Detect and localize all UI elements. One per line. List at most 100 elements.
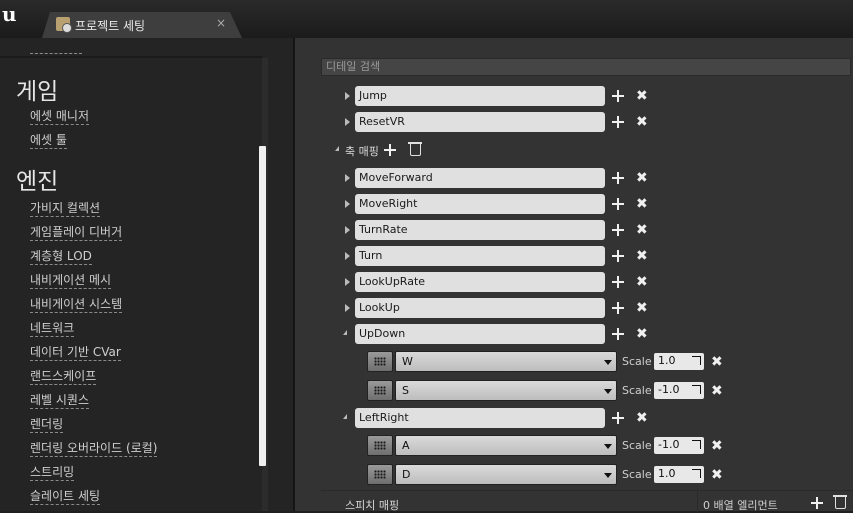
axis-name-field[interactable]: Turn bbox=[355, 246, 605, 266]
sidebar-item-rendering[interactable]: 렌더링 bbox=[30, 417, 64, 433]
spin-arrow-icon[interactable] bbox=[692, 440, 701, 449]
add-icon[interactable] bbox=[612, 276, 624, 288]
tab-project-settings[interactable]: 프로젝트 세팅 × bbox=[42, 12, 242, 38]
remove-icon[interactable]: ✖ bbox=[711, 355, 723, 369]
expand-arrow-icon[interactable] bbox=[345, 200, 350, 208]
sidebar-item-slate-settings[interactable]: 슬레이트 세팅 bbox=[30, 489, 101, 505]
chevron-down-icon bbox=[604, 360, 612, 365]
collapse-arrow-icon[interactable] bbox=[343, 330, 347, 335]
axis-name-field[interactable]: MoveForward bbox=[355, 168, 605, 188]
details-panel: 디테일 검색 Jump ✖ ResetVR ✖ 축 매핑 MoveForward… bbox=[295, 38, 853, 512]
settings-tab-icon bbox=[56, 17, 72, 33]
axis-name-field[interactable]: LeftRight bbox=[355, 408, 605, 428]
sidebar-item-navigation-mesh[interactable]: 내비게이션 메시 bbox=[30, 273, 112, 289]
sidebar-item-level-sequence[interactable]: 레벨 시퀀스 bbox=[30, 393, 90, 409]
scale-label: Scale bbox=[622, 439, 652, 452]
expand-arrow-icon[interactable] bbox=[345, 278, 350, 286]
remove-icon[interactable]: ✖ bbox=[636, 249, 648, 263]
add-icon[interactable] bbox=[612, 198, 624, 210]
add-icon[interactable] bbox=[811, 497, 823, 509]
axis-name-field[interactable]: UpDown bbox=[355, 324, 605, 344]
collapse-arrow-icon[interactable] bbox=[335, 146, 339, 151]
chevron-down-icon bbox=[604, 473, 612, 478]
expand-arrow-icon[interactable] bbox=[345, 92, 350, 100]
axis-name-field[interactable]: TurnRate bbox=[355, 220, 605, 240]
details-search-input[interactable]: 디테일 검색 bbox=[321, 58, 851, 76]
scale-value: 1.0 bbox=[658, 354, 676, 367]
sidebar-scrollbar-thumb[interactable] bbox=[259, 146, 266, 466]
scale-value: -1.0 bbox=[658, 383, 680, 396]
collapse-arrow-icon[interactable] bbox=[343, 414, 347, 419]
remove-icon[interactable]: ✖ bbox=[636, 411, 648, 425]
scale-input[interactable]: 1.0 bbox=[654, 353, 704, 370]
expand-arrow-icon[interactable] bbox=[345, 226, 350, 234]
action-name-field[interactable]: Jump bbox=[355, 86, 605, 106]
sidebar-item-asset-tools[interactable]: 에셋 툴 bbox=[30, 133, 67, 149]
add-icon[interactable] bbox=[612, 116, 624, 128]
spin-arrow-icon[interactable] bbox=[692, 385, 701, 394]
scale-input[interactable]: -1.0 bbox=[654, 437, 704, 454]
sidebar-item-hierarchical-lod[interactable]: 계층형 LOD bbox=[30, 249, 92, 265]
remove-icon[interactable]: ✖ bbox=[636, 89, 648, 103]
remove-icon[interactable]: ✖ bbox=[636, 115, 648, 129]
add-axis-mapping-icon[interactable] bbox=[384, 144, 396, 156]
sidebar-item-network[interactable]: 네트워크 bbox=[30, 321, 75, 337]
scale-value: -1.0 bbox=[658, 438, 680, 451]
add-icon[interactable] bbox=[612, 90, 624, 102]
sidebar-section-engine: 엔진 bbox=[16, 169, 59, 195]
expand-arrow-icon[interactable] bbox=[345, 304, 350, 312]
action-name-field[interactable]: ResetVR bbox=[355, 112, 605, 132]
add-icon[interactable] bbox=[612, 172, 624, 184]
trash-icon[interactable] bbox=[833, 495, 847, 509]
key-dropdown[interactable]: W bbox=[395, 351, 617, 372]
sidebar-item-navigation-system[interactable]: 내비게이션 시스템 bbox=[30, 297, 123, 313]
keyboard-icon bbox=[374, 470, 386, 479]
remove-icon[interactable]: ✖ bbox=[636, 301, 648, 315]
spin-arrow-icon[interactable] bbox=[692, 356, 701, 365]
expand-arrow-icon[interactable] bbox=[345, 252, 350, 260]
add-icon[interactable] bbox=[612, 302, 624, 314]
key-value: D bbox=[402, 468, 411, 481]
scale-label: Scale bbox=[622, 468, 652, 481]
axis-mappings-label: 축 매핑 bbox=[345, 145, 379, 158]
key-dropdown[interactable]: S bbox=[395, 380, 617, 401]
remove-icon[interactable]: ✖ bbox=[711, 384, 723, 398]
sidebar-item-garbage-collection[interactable]: 가비지 컬렉션 bbox=[30, 201, 101, 217]
add-icon[interactable] bbox=[612, 328, 624, 340]
key-selector-button[interactable] bbox=[367, 380, 393, 401]
remove-icon[interactable]: ✖ bbox=[711, 468, 723, 482]
add-icon[interactable] bbox=[612, 412, 624, 424]
remove-icon[interactable]: ✖ bbox=[711, 439, 723, 453]
key-selector-button[interactable] bbox=[367, 464, 393, 485]
expand-arrow-icon[interactable] bbox=[345, 174, 350, 182]
remove-icon[interactable]: ✖ bbox=[636, 223, 648, 237]
scale-label: Scale bbox=[622, 384, 652, 397]
scale-input[interactable]: 1.0 bbox=[654, 466, 704, 483]
axis-name-field[interactable]: LookUp bbox=[355, 298, 605, 318]
remove-icon[interactable]: ✖ bbox=[636, 275, 648, 289]
axis-name-field[interactable]: LookUpRate bbox=[355, 272, 605, 292]
sidebar-item-gameplay-debugger[interactable]: 게임플레이 디버거 bbox=[30, 225, 123, 241]
add-icon[interactable] bbox=[612, 224, 624, 236]
sidebar-item-data-driven-cvar[interactable]: 데이터 기반 CVar bbox=[30, 345, 121, 361]
key-selector-button[interactable] bbox=[367, 435, 393, 456]
trash-icon[interactable] bbox=[408, 142, 422, 156]
close-icon[interactable]: × bbox=[216, 16, 226, 30]
scale-value: 1.0 bbox=[658, 467, 676, 480]
sidebar-item-rendering-overrides[interactable]: 렌더링 오버라이드 (로컬) bbox=[30, 441, 158, 457]
add-icon[interactable] bbox=[612, 250, 624, 262]
key-dropdown[interactable]: D bbox=[395, 464, 617, 485]
axis-name-field[interactable]: MoveRight bbox=[355, 194, 605, 214]
expand-arrow-icon[interactable] bbox=[345, 118, 350, 126]
remove-icon[interactable]: ✖ bbox=[636, 327, 648, 341]
scale-input[interactable]: -1.0 bbox=[654, 382, 704, 399]
chevron-down-icon bbox=[604, 389, 612, 394]
sidebar-item-landscape[interactable]: 랜드스케이프 bbox=[30, 369, 97, 385]
remove-icon[interactable]: ✖ bbox=[636, 197, 648, 211]
key-selector-button[interactable] bbox=[367, 351, 393, 372]
spin-arrow-icon[interactable] bbox=[692, 469, 701, 478]
remove-icon[interactable]: ✖ bbox=[636, 171, 648, 185]
sidebar-item-streaming[interactable]: 스트리밍 bbox=[30, 465, 75, 481]
key-dropdown[interactable]: A bbox=[395, 435, 617, 456]
sidebar-item-asset-manager[interactable]: 에셋 매니저 bbox=[30, 109, 90, 125]
